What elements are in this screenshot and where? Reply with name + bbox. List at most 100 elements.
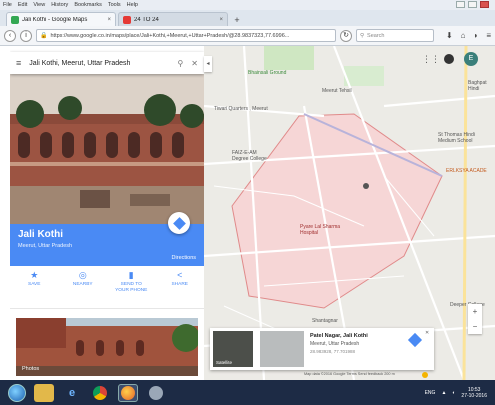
lock-icon: 🔒 [40, 33, 48, 39]
save-label: SAVE [28, 282, 41, 287]
nearby-icon: ◎ [78, 270, 87, 280]
pocket-icon[interactable]: ◗ [473, 31, 478, 40]
map-label-st-thomas: St Thomas Hindi Medium School [438, 132, 475, 144]
building-photo-image [10, 74, 204, 224]
map-label-tiwari-quarters: Tiwari Quarters , Meerut [214, 106, 268, 112]
photos-thumbnail[interactable]: Photos [16, 318, 198, 376]
send-to-phone-label: SEND TO YOUR PHONE [115, 282, 148, 293]
place-photo[interactable] [10, 74, 204, 224]
url-text: https://www.google.co.in/maps/place/Jali… [50, 32, 290, 39]
tab-24-to-24[interactable]: 24 TO 24 × [118, 12, 228, 26]
media-player-icon[interactable] [146, 384, 166, 402]
location-card[interactable]: Satellite Patel Nagar, Jali Kothi Meerut… [210, 328, 434, 370]
home-icon[interactable]: ⌂ [461, 31, 466, 40]
share-button[interactable]: < SHARE [156, 270, 205, 306]
search-input[interactable]: Jali Kothi, Meerut, Uttar Pradesh [29, 60, 169, 67]
firefox-icon[interactable] [118, 383, 138, 402]
phone-icon: ▮ [128, 270, 134, 280]
menu-bookmarks[interactable]: Bookmarks [74, 2, 102, 8]
clock[interactable]: 10:53 27-10-2016 [461, 387, 487, 399]
avatar[interactable]: E [464, 52, 478, 66]
search-icon: ⚲ [360, 32, 365, 39]
zoom-out-button[interactable]: − [468, 319, 482, 334]
divider [10, 308, 204, 309]
news-favicon-icon [123, 15, 131, 24]
photos-label: Photos [22, 366, 40, 372]
directions-fab-button[interactable] [168, 212, 190, 234]
network-icon[interactable]: ▲ [441, 390, 446, 396]
menu-bar: File Edit View History Bookmarks Tools H… [0, 0, 495, 10]
zoom-control: + − [468, 304, 482, 334]
apps-grid-icon[interactable]: ⋮⋮ [422, 54, 440, 65]
card-coordinates: 28.983928, 77.701988 [310, 349, 356, 354]
url-bar[interactable]: 🔒 https://www.google.co.in/maps/place/Ja… [36, 29, 336, 42]
browser-search-box[interactable]: ⚲ Search [356, 29, 434, 42]
street-view-thumbnail[interactable] [260, 331, 304, 367]
place-actions: ★ SAVE ◎ NEARBY ▮ SEND TO YOUR PHONE < S… [10, 270, 204, 306]
map-label-meerut-tehsil: Meerut Tehsil [322, 88, 352, 94]
chrome-icon[interactable] [90, 384, 110, 402]
directions-icon [172, 216, 186, 230]
language-indicator[interactable]: ENG [425, 390, 436, 396]
search-icon[interactable]: ⚲ [177, 59, 183, 68]
reload-button[interactable]: ↻ [340, 29, 352, 42]
volume-icon[interactable]: ◐ [452, 390, 455, 396]
close-window-button[interactable] [480, 1, 489, 8]
menu-hamburger-icon[interactable]: ≡ [486, 31, 491, 40]
file-explorer-icon[interactable] [34, 383, 54, 402]
send-to-phone-button[interactable]: ▮ SEND TO YOUR PHONE [107, 270, 156, 306]
place-title: Jali Kothi [18, 229, 64, 240]
start-button[interactable] [8, 383, 26, 402]
internet-explorer-icon[interactable]: e [62, 384, 82, 402]
collapse-panel-button[interactable]: ◂ [204, 56, 212, 72]
map-label-baghpat: Baghpat Hindi [468, 80, 487, 92]
menu-file[interactable]: File [3, 2, 12, 8]
clock-date: 27-10-2016 [461, 392, 487, 399]
close-tab-icon[interactable]: × [107, 17, 111, 23]
info-icon[interactable]: i [20, 29, 32, 42]
notifications-icon[interactable] [444, 54, 454, 64]
card-subtitle: Meerut, Uttar Pradesh [310, 341, 360, 347]
share-label: SHARE [171, 282, 189, 287]
star-icon: ★ [30, 270, 39, 280]
new-tab-button[interactable]: + [230, 14, 244, 26]
map-label-erlksya-academy: ERLKSYA ACADE [446, 168, 487, 174]
nearby-button[interactable]: ◎ NEARBY [59, 270, 108, 306]
nearby-label: NEARBY [72, 282, 93, 287]
map-label-shantagnar: Shantagnar [312, 318, 338, 324]
maximize-button[interactable] [468, 1, 477, 8]
tab-label: Jali Kothi - Google Maps [22, 16, 88, 23]
photos-image [16, 318, 198, 376]
satellite-toggle[interactable]: Satellite [213, 331, 253, 367]
search-placeholder: Search [367, 32, 385, 39]
menu-edit[interactable]: Edit [18, 2, 27, 8]
place-address: Meerut, Uttar Pradesh [18, 243, 73, 249]
maps-search-box[interactable]: ≡ Jali Kothi, Meerut, Uttar Pradesh ⚲ ✕ [10, 52, 204, 74]
tab-google-maps[interactable]: Jali Kothi - Google Maps × [6, 12, 116, 26]
back-button[interactable]: ‹ [4, 29, 16, 42]
zoom-in-button[interactable]: + [468, 304, 482, 319]
menu-tools[interactable]: Tools [108, 2, 121, 8]
close-tab-icon[interactable]: × [219, 17, 223, 23]
system-tray: ENG ▲ ◐ 10:53 27-10-2016 [425, 387, 487, 399]
satellite-label: Satellite [216, 360, 233, 365]
menu-view[interactable]: View [33, 2, 45, 8]
share-icon: < [177, 270, 183, 280]
clear-icon[interactable]: ✕ [191, 59, 198, 68]
map-label-bhainsali-ground: Bhainsali Ground [248, 70, 287, 76]
directions-label[interactable]: Directions [172, 255, 196, 261]
minimize-button[interactable] [456, 1, 465, 8]
map-canvas[interactable]: Bhainsali Ground Meerut Tehsil Tiwari Qu… [204, 46, 495, 380]
navigation-bar: ‹ i 🔒 https://www.google.co.in/maps/plac… [0, 26, 495, 46]
save-button[interactable]: ★ SAVE [10, 270, 59, 306]
card-close-icon[interactable]: ✕ [425, 330, 429, 336]
place-panel: ≡ Jali Kothi, Meerut, Uttar Pradesh ⚲ ✕ [10, 46, 204, 380]
hamburger-menu-icon[interactable]: ≡ [16, 58, 21, 68]
map-label-pyare-lal-hospital: Pyare Lal Sharma Hospital [300, 224, 341, 236]
menu-history[interactable]: History [51, 2, 68, 8]
download-icon[interactable]: ⬇ [446, 31, 453, 40]
tab-label: 24 TO 24 [134, 16, 159, 23]
tab-strip: Jali Kothi - Google Maps × 24 TO 24 × + [0, 10, 495, 26]
menu-help[interactable]: Help [127, 2, 138, 8]
pegman-icon[interactable] [422, 372, 428, 378]
